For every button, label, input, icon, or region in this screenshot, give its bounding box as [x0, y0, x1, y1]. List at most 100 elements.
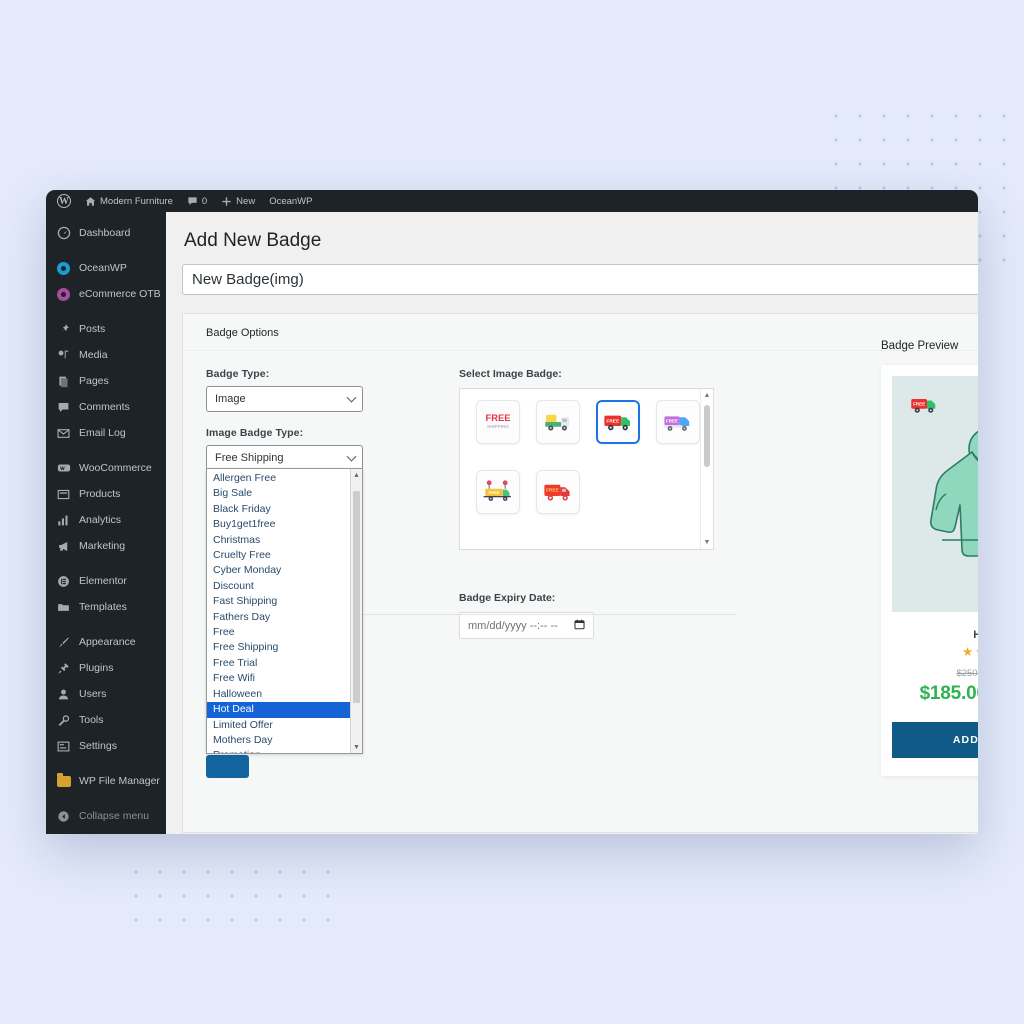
listbox-option[interactable]: Fathers Day [207, 610, 362, 625]
theme-menu[interactable]: OceanWP [264, 190, 317, 212]
sidebar-item-tools[interactable]: Tools [46, 707, 166, 733]
svg-text:SHIPPING: SHIPPING [487, 424, 509, 429]
red-green-free-truck-badge: FREE [604, 415, 630, 431]
listbox-option[interactable]: Fast Shipping [207, 594, 362, 609]
sidebar-item-products[interactable]: Products [46, 481, 166, 507]
scroll-up-arrow-icon[interactable]: ▲ [351, 469, 362, 481]
badge-option-yellow-free-delivery-van[interactable]: FREE [476, 470, 520, 514]
product-preview-card: FREE H ★ $250 $185.0 ADD [881, 365, 978, 776]
badge-option-free-shipping-text[interactable]: FREE SHIPPING [476, 400, 520, 444]
listbox-option[interactable]: Buy1get1free [207, 517, 362, 532]
calendar-icon[interactable] [574, 619, 585, 633]
plug-icon [56, 661, 71, 676]
badge-option-yellow-green-truck[interactable] [536, 400, 580, 444]
add-to-cart-button[interactable]: ADD TO CART [892, 721, 978, 758]
sidebar-item-marketing[interactable]: Marketing [46, 533, 166, 559]
scroll-down-arrow-icon[interactable]: ▼ [351, 741, 362, 753]
media-icon [56, 348, 71, 363]
sidebar-item-oceanwp[interactable]: OceanWP [46, 255, 166, 281]
listbox-option[interactable]: Cruelty Free [207, 548, 362, 563]
wrench-icon [56, 713, 71, 728]
sidebar-item-users[interactable]: Users [46, 681, 166, 707]
badge-type-select[interactable]: Image [206, 386, 363, 412]
listbox-option[interactable]: Halloween [207, 687, 362, 702]
sidebar-label: Marketing [79, 540, 126, 552]
scroll-down-arrow-icon[interactable]: ▼ [701, 536, 713, 549]
listbox-option[interactable]: Free Wifi [207, 671, 362, 686]
listbox-option[interactable]: Big Sale [207, 486, 362, 501]
sidebar-label: Tools [79, 714, 104, 726]
pin-icon [56, 322, 71, 337]
product-old-price: $250.00 - $500.00 [956, 667, 978, 679]
listbox-option[interactable]: Free [207, 625, 362, 640]
listbox-option[interactable]: Hot Deal [207, 702, 362, 718]
badge-option-purple-blue-free-truck[interactable]: FREE [656, 400, 700, 444]
product-image-area: FREE [892, 376, 978, 612]
sidebar-item-wp-file-manager[interactable]: WP File Manager [46, 768, 166, 794]
listbox-option[interactable]: Mothers Day [207, 733, 362, 748]
new-label: New [236, 195, 256, 207]
sidebar-item-appearance[interactable]: Appearance [46, 629, 166, 655]
sidebar-label: Posts [79, 323, 106, 335]
admin-content-area: Add New Badge Badge Options Badge Type: … [166, 212, 978, 834]
sidebar-item-pages[interactable]: Pages [46, 368, 166, 394]
listbox-scrollbar[interactable]: ▲ ▼ [350, 469, 362, 753]
sidebar-item-ecommerce-otb[interactable]: eCommerce OTB [46, 281, 166, 307]
sidebar-item-posts[interactable]: Posts [46, 316, 166, 342]
comments-menu[interactable]: 0 [182, 190, 212, 212]
ecommerce-otb-ring-icon [56, 287, 71, 302]
sidebar-item-comments[interactable]: Comments [46, 394, 166, 420]
sidebar-item-woocommerce[interactable]: WooCommerce [46, 455, 166, 481]
badge-expiry-date-input[interactable]: mm/dd/yyyy --:-- -- [459, 612, 594, 639]
sidebar-item-analytics[interactable]: Analytics [46, 507, 166, 533]
listbox-option[interactable]: Cyber Monday [207, 563, 362, 578]
listbox-option[interactable]: Free Shipping [207, 640, 362, 655]
metabox-heading: Badge Options [183, 314, 978, 351]
listbox-option[interactable]: Black Friday [207, 502, 362, 517]
sidebar-item-media[interactable]: Media [46, 342, 166, 368]
listbox-option[interactable]: Allergen Free [207, 471, 362, 486]
sidebar-item-dashboard[interactable]: Dashboard [46, 220, 166, 246]
svg-text:FREE: FREE [606, 418, 620, 424]
sidebar-label: Appearance [79, 636, 136, 648]
sidebar-item-plugins[interactable]: Plugins [46, 655, 166, 681]
sidebar-item-settings[interactable]: Settings [46, 733, 166, 759]
image-badge-type-value: Free Shipping [215, 452, 284, 464]
folder-icon [56, 600, 71, 615]
star-filled-icon: ★ [975, 645, 978, 659]
site-name-menu[interactable]: Modern Furniture [80, 190, 178, 212]
scrollbar-thumb[interactable] [704, 405, 710, 467]
image-badge-type-listbox[interactable]: Allergen Free Big Sale Black Friday Buy1get… [206, 468, 363, 754]
sidebar-label: Media [79, 349, 108, 361]
badge-option-red-free-truck[interactable]: FREE [536, 470, 580, 514]
svg-text:FREE: FREE [489, 490, 500, 495]
svg-text:FREE: FREE [913, 401, 925, 406]
sidebar-label: OceanWP [79, 262, 127, 274]
badge-option-red-green-free-truck[interactable]: FREE [596, 400, 640, 444]
pages-icon [56, 374, 71, 389]
scrollbar-thumb[interactable] [353, 491, 360, 703]
sidebar-item-elementor[interactable]: Elementor [46, 568, 166, 594]
submit-badge-button[interactable] [206, 755, 249, 778]
badge-title-input[interactable] [182, 264, 978, 295]
listbox-option[interactable]: Promotion [207, 748, 362, 753]
listbox-option[interactable]: Limited Offer [207, 718, 362, 733]
sidebar-item-templates[interactable]: Templates [46, 594, 166, 620]
image-badge-panel-scrollbar[interactable]: ▲ ▼ [700, 389, 713, 549]
new-content-menu[interactable]: New [216, 190, 260, 212]
elementor-icon [56, 574, 71, 589]
listbox-option[interactable]: Christmas [207, 533, 362, 548]
listbox-option[interactable]: Free Trial [207, 656, 362, 671]
wp-logo-menu[interactable]: W [52, 190, 76, 212]
sidebar-item-collapse-menu[interactable]: Collapse menu [46, 803, 166, 829]
megaphone-icon [56, 539, 71, 554]
listbox-option[interactable]: Discount [207, 579, 362, 594]
oceanwp-ring-icon [56, 261, 71, 276]
comments-count: 0 [201, 195, 208, 207]
scroll-up-arrow-icon[interactable]: ▲ [701, 389, 713, 402]
wp-admin-sidebar[interactable]: Dashboard OceanWP eCommerce OTB Posts Me… [46, 212, 166, 834]
image-badge-panel[interactable]: FREE SHIPPING FREE FREE FREE FREE ▲ ▼ [459, 388, 714, 550]
sidebar-label: Collapse menu [79, 810, 150, 822]
sidebar-label: Dashboard [79, 227, 131, 239]
sidebar-item-email-log[interactable]: Email Log [46, 420, 166, 446]
